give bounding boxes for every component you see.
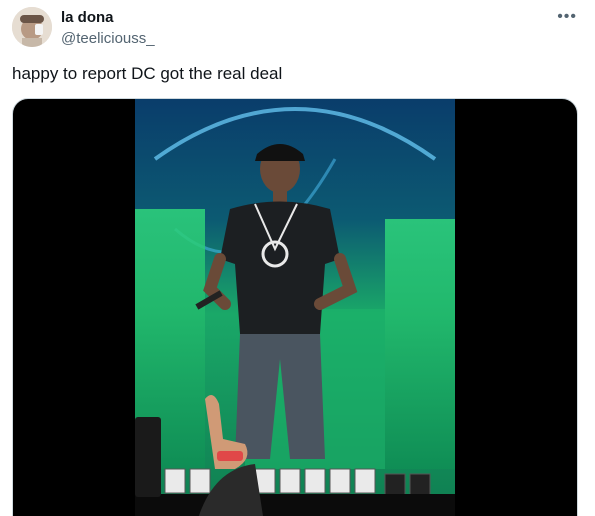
- tweet-card: la dona @teeliciouss_ ••• happy to repor…: [0, 0, 595, 516]
- media-video[interactable]: [12, 98, 578, 516]
- avatar[interactable]: [12, 7, 52, 47]
- more-options-icon[interactable]: •••: [557, 8, 577, 26]
- tweet-text: happy to report DC got the real deal: [12, 64, 283, 83]
- display-name[interactable]: la dona: [61, 9, 114, 27]
- video-frame: [135, 99, 455, 516]
- user-handle[interactable]: @teeliciouss_: [61, 30, 155, 48]
- avatar-image: [12, 7, 52, 47]
